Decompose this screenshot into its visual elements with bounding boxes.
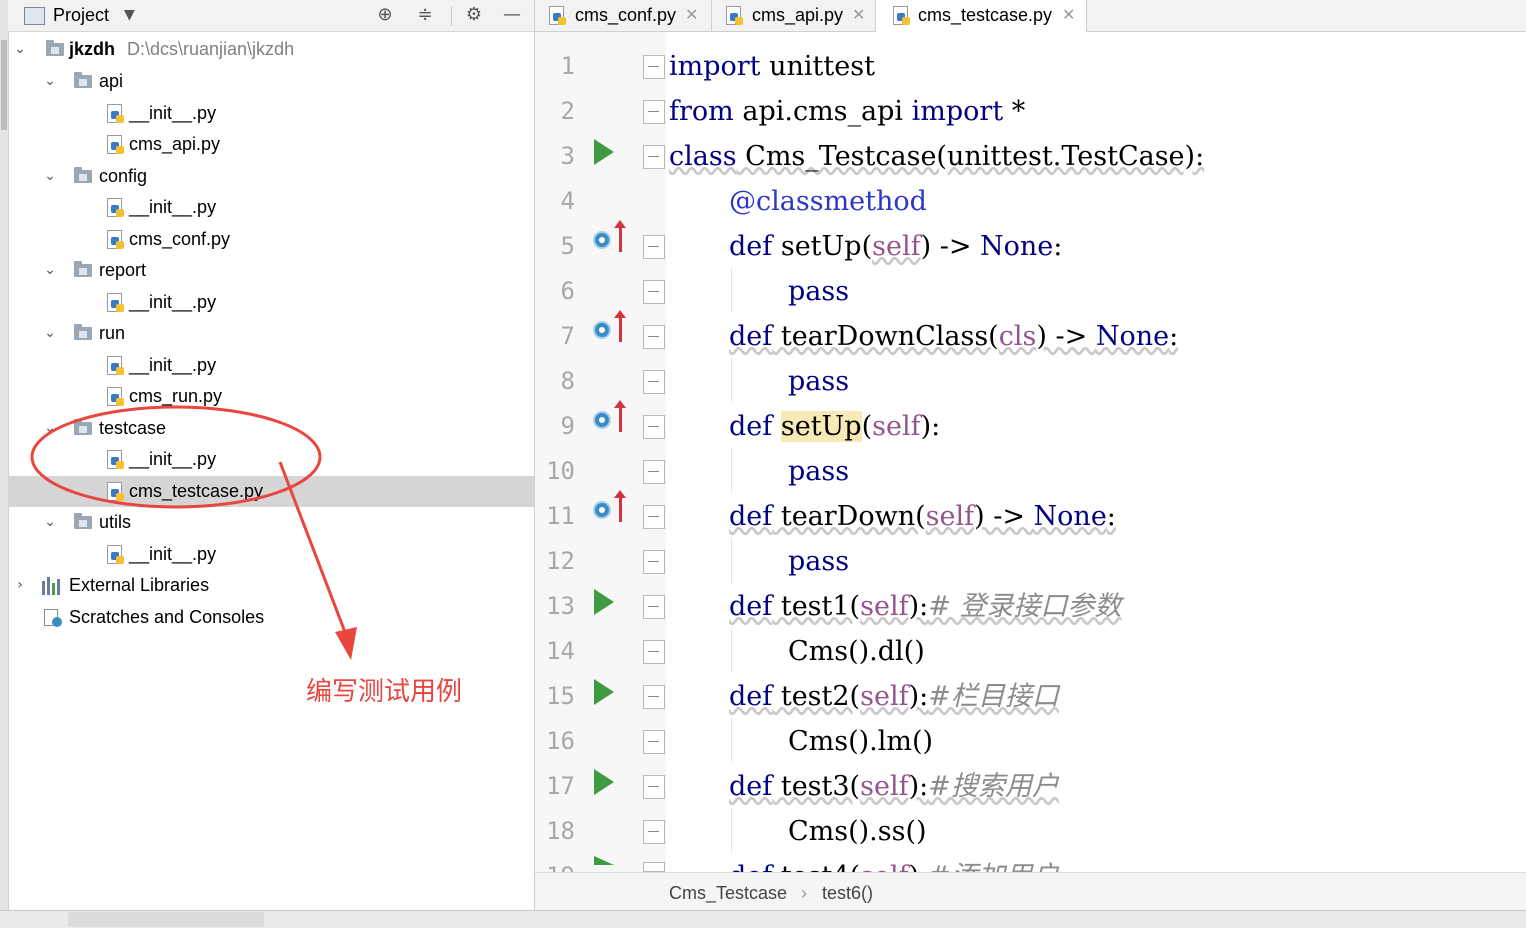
annotation-text: 编写测试用例 (306, 677, 463, 707)
annotation-arrow-line (278, 461, 350, 641)
annotation-arrow-head (335, 627, 357, 660)
annotation-ellipse (30, 405, 322, 509)
annotation-overlay (30, 405, 357, 660)
